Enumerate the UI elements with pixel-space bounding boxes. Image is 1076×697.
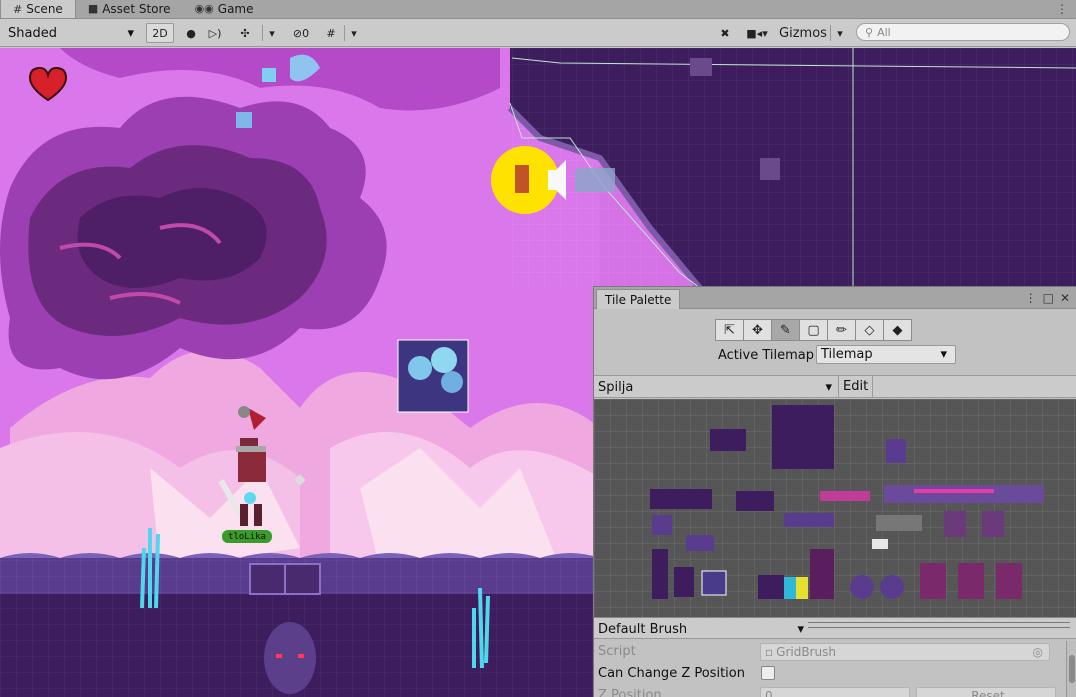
can-change-z-checkbox[interactable] — [761, 666, 775, 680]
tile-tools-toolbar: ⇱ ✥ ✎ ▢ ✏ ◇ ◆ — [715, 319, 912, 341]
z-position-value: 0 — [765, 689, 773, 697]
bag-icon: ■ — [87, 2, 99, 15]
active-tilemap-label: Active Tilemap — [718, 348, 814, 363]
brush-selector-row: Default Brush ▾ — [594, 617, 1076, 639]
tab-game[interactable]: ◉◉ Game — [183, 0, 266, 18]
hash-icon: # — [13, 2, 23, 16]
script-value: GridBrush — [776, 645, 836, 659]
gamepad-icon: ◉◉ — [194, 2, 214, 15]
gizmos-dropdown-icon[interactable]: ▾ — [834, 23, 846, 43]
camera-icon: ■◂ — [746, 26, 763, 40]
flood-fill-tool-icon[interactable]: ◆ — [883, 319, 912, 341]
tab-tile-palette[interactable]: Tile Palette — [596, 289, 681, 309]
reset-button[interactable]: Reset — [916, 687, 1056, 697]
window-menu-icon[interactable]: ⋮ — [1025, 291, 1037, 305]
inspector-scrollbar[interactable] — [1066, 641, 1076, 697]
tab-scene[interactable]: # Scene — [0, 0, 76, 18]
maximize-icon[interactable]: □ — [1043, 291, 1054, 305]
z-position-label: Z Position — [598, 688, 662, 697]
tools-icon[interactable]: ✖ — [714, 23, 736, 43]
tab-game-label: Game — [217, 1, 254, 16]
effects-toggle-icon[interactable]: ✣ — [232, 23, 258, 43]
tile-palette-tabbar: Tile Palette ⋮ □ ✕ — [594, 287, 1076, 309]
palette-tile-grid[interactable] — [594, 399, 1076, 617]
scene-search-input[interactable]: ⚲ All — [856, 23, 1070, 41]
grid-toggle-icon[interactable]: # — [320, 23, 342, 43]
scene-toolbar: Shaded ▾ 2D ● ▷) ✣ ▾ ⊘ 0 # ▾ ✖ ■◂ ▾ Gizmo… — [0, 19, 1076, 47]
shading-mode-dropdown[interactable]: Shaded ▾ — [4, 23, 140, 43]
paint-brush-tool-icon[interactable]: ✎ — [771, 319, 800, 341]
eraser-tool-icon[interactable]: ◇ — [855, 319, 884, 341]
chevron-down-icon: ▾ — [127, 25, 134, 41]
search-placeholder: All — [877, 25, 891, 39]
eye-slash-icon: ⊘ — [292, 26, 303, 40]
tab-asset-store[interactable]: ■ Asset Store — [76, 0, 183, 18]
brush-divider — [808, 622, 1070, 628]
camera-dropdown[interactable]: ■◂ ▾ — [742, 23, 772, 43]
chevron-down-icon: ▾ — [940, 347, 947, 362]
effects-dropdown-icon[interactable]: ▾ — [266, 23, 278, 43]
z-position-field[interactable]: 0 — [760, 687, 910, 697]
gizmos-label: Gizmos — [779, 25, 827, 41]
move-tool-icon[interactable]: ✥ — [743, 319, 772, 341]
select-tool-icon[interactable]: ⇱ — [715, 319, 744, 341]
search-icon: ⚲ — [865, 25, 874, 39]
grid-dropdown-icon[interactable]: ▾ — [348, 23, 360, 43]
window-menu-icon[interactable]: ⋮ — [1056, 2, 1068, 16]
object-picker-icon[interactable]: ◎ — [1033, 645, 1043, 659]
z-position-property: Z Position 0 Reset — [594, 685, 1064, 697]
edit-palette-button[interactable]: Edit — [838, 376, 874, 397]
active-tilemap-value: Tilemap — [821, 347, 873, 362]
tab-scene-label: Scene — [26, 2, 63, 16]
tile-palette-window: Tile Palette ⋮ □ ✕ ⇱ ✥ ✎ ▢ ✏ ◇ ◆ Active … — [593, 286, 1076, 697]
player-label: tloLika — [228, 531, 266, 542]
tab-asset-store-label: Asset Store — [102, 1, 171, 16]
palette-name: Spilja — [598, 379, 634, 395]
tile-palette-title: Tile Palette — [605, 292, 672, 307]
editor-tab-bar: # Scene ■ Asset Store ◉◉ Game ⋮ — [0, 0, 1076, 19]
script-label: Script — [598, 644, 636, 659]
hidden-objects-toggle[interactable]: ⊘ 0 — [284, 23, 318, 43]
mode-2d-toggle[interactable]: 2D — [146, 23, 174, 43]
script-file-icon: ▫ — [765, 645, 774, 659]
script-field: ▫ GridBrush ◎ — [760, 643, 1050, 661]
chevron-down-icon: ▾ — [797, 621, 804, 637]
brush-dropdown[interactable]: Default Brush ▾ — [598, 620, 804, 638]
lighting-toggle-icon[interactable]: ● — [180, 23, 202, 43]
box-fill-tool-icon[interactable]: ▢ — [799, 319, 828, 341]
shading-mode-value: Shaded — [8, 25, 57, 41]
can-change-z-property: Can Change Z Position — [594, 663, 1064, 685]
chevron-down-icon: ▾ — [825, 379, 832, 395]
palette-dropdown[interactable]: Spilja ▾ — [598, 378, 834, 396]
palette-selector-row: Spilja ▾ Edit — [594, 375, 1076, 398]
reset-label: Reset — [971, 689, 1005, 697]
brush-name: Default Brush — [598, 621, 688, 637]
edit-label: Edit — [843, 379, 869, 394]
active-tilemap-dropdown[interactable]: Tilemap ▾ — [816, 345, 956, 364]
hidden-count: 0 — [302, 26, 310, 40]
palette-tiles — [594, 399, 1076, 617]
close-icon[interactable]: ✕ — [1060, 291, 1070, 305]
gizmos-button[interactable]: Gizmos — [778, 23, 828, 43]
script-property: Script ▫ GridBrush ◎ — [594, 641, 1064, 663]
can-change-z-label: Can Change Z Position — [598, 666, 745, 681]
mode-2d-label: 2D — [152, 26, 168, 40]
picker-tool-icon[interactable]: ✏ — [827, 319, 856, 341]
audio-toggle-icon[interactable]: ▷) — [204, 23, 226, 43]
